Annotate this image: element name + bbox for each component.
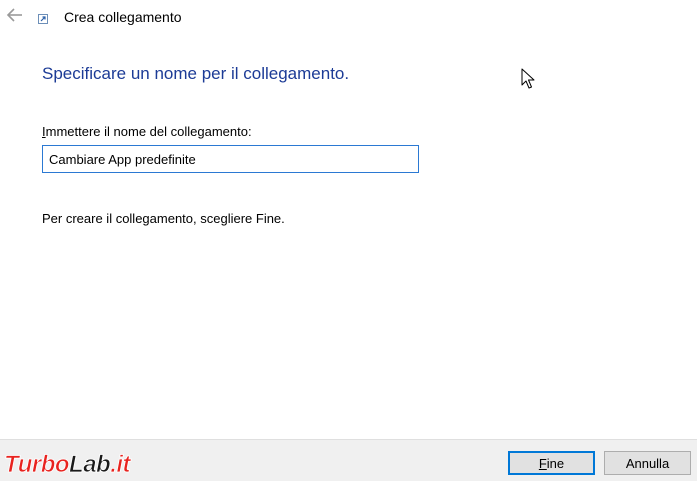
finish-label: ine [546,455,565,471]
shortcut-name-label: Immettere il nome del collegamento: [42,124,252,139]
svg-text:TurboLab.it: TurboLab.it [4,451,132,478]
label-text: mmettere il nome del collegamento: [45,124,252,139]
back-arrow-icon[interactable] [6,6,24,24]
finish-accelerator: F [538,455,547,471]
finish-button[interactable]: Fine [508,451,595,475]
instruction-text: Per creare il collegamento, scegliere Fi… [42,211,285,226]
create-shortcut-wizard: Crea collegamento Specificare un nome pe… [0,0,697,481]
window-title: Crea collegamento [64,9,182,25]
shortcut-name-input[interactable] [42,145,419,173]
shortcut-icon [38,14,48,24]
turbolab-watermark-logo: TurboLab.it [4,451,133,478]
cancel-button[interactable]: Annulla [604,451,691,475]
mouse-pointer-icon [521,68,535,89]
page-heading: Specificare un nome per il collegamento. [42,64,350,83]
